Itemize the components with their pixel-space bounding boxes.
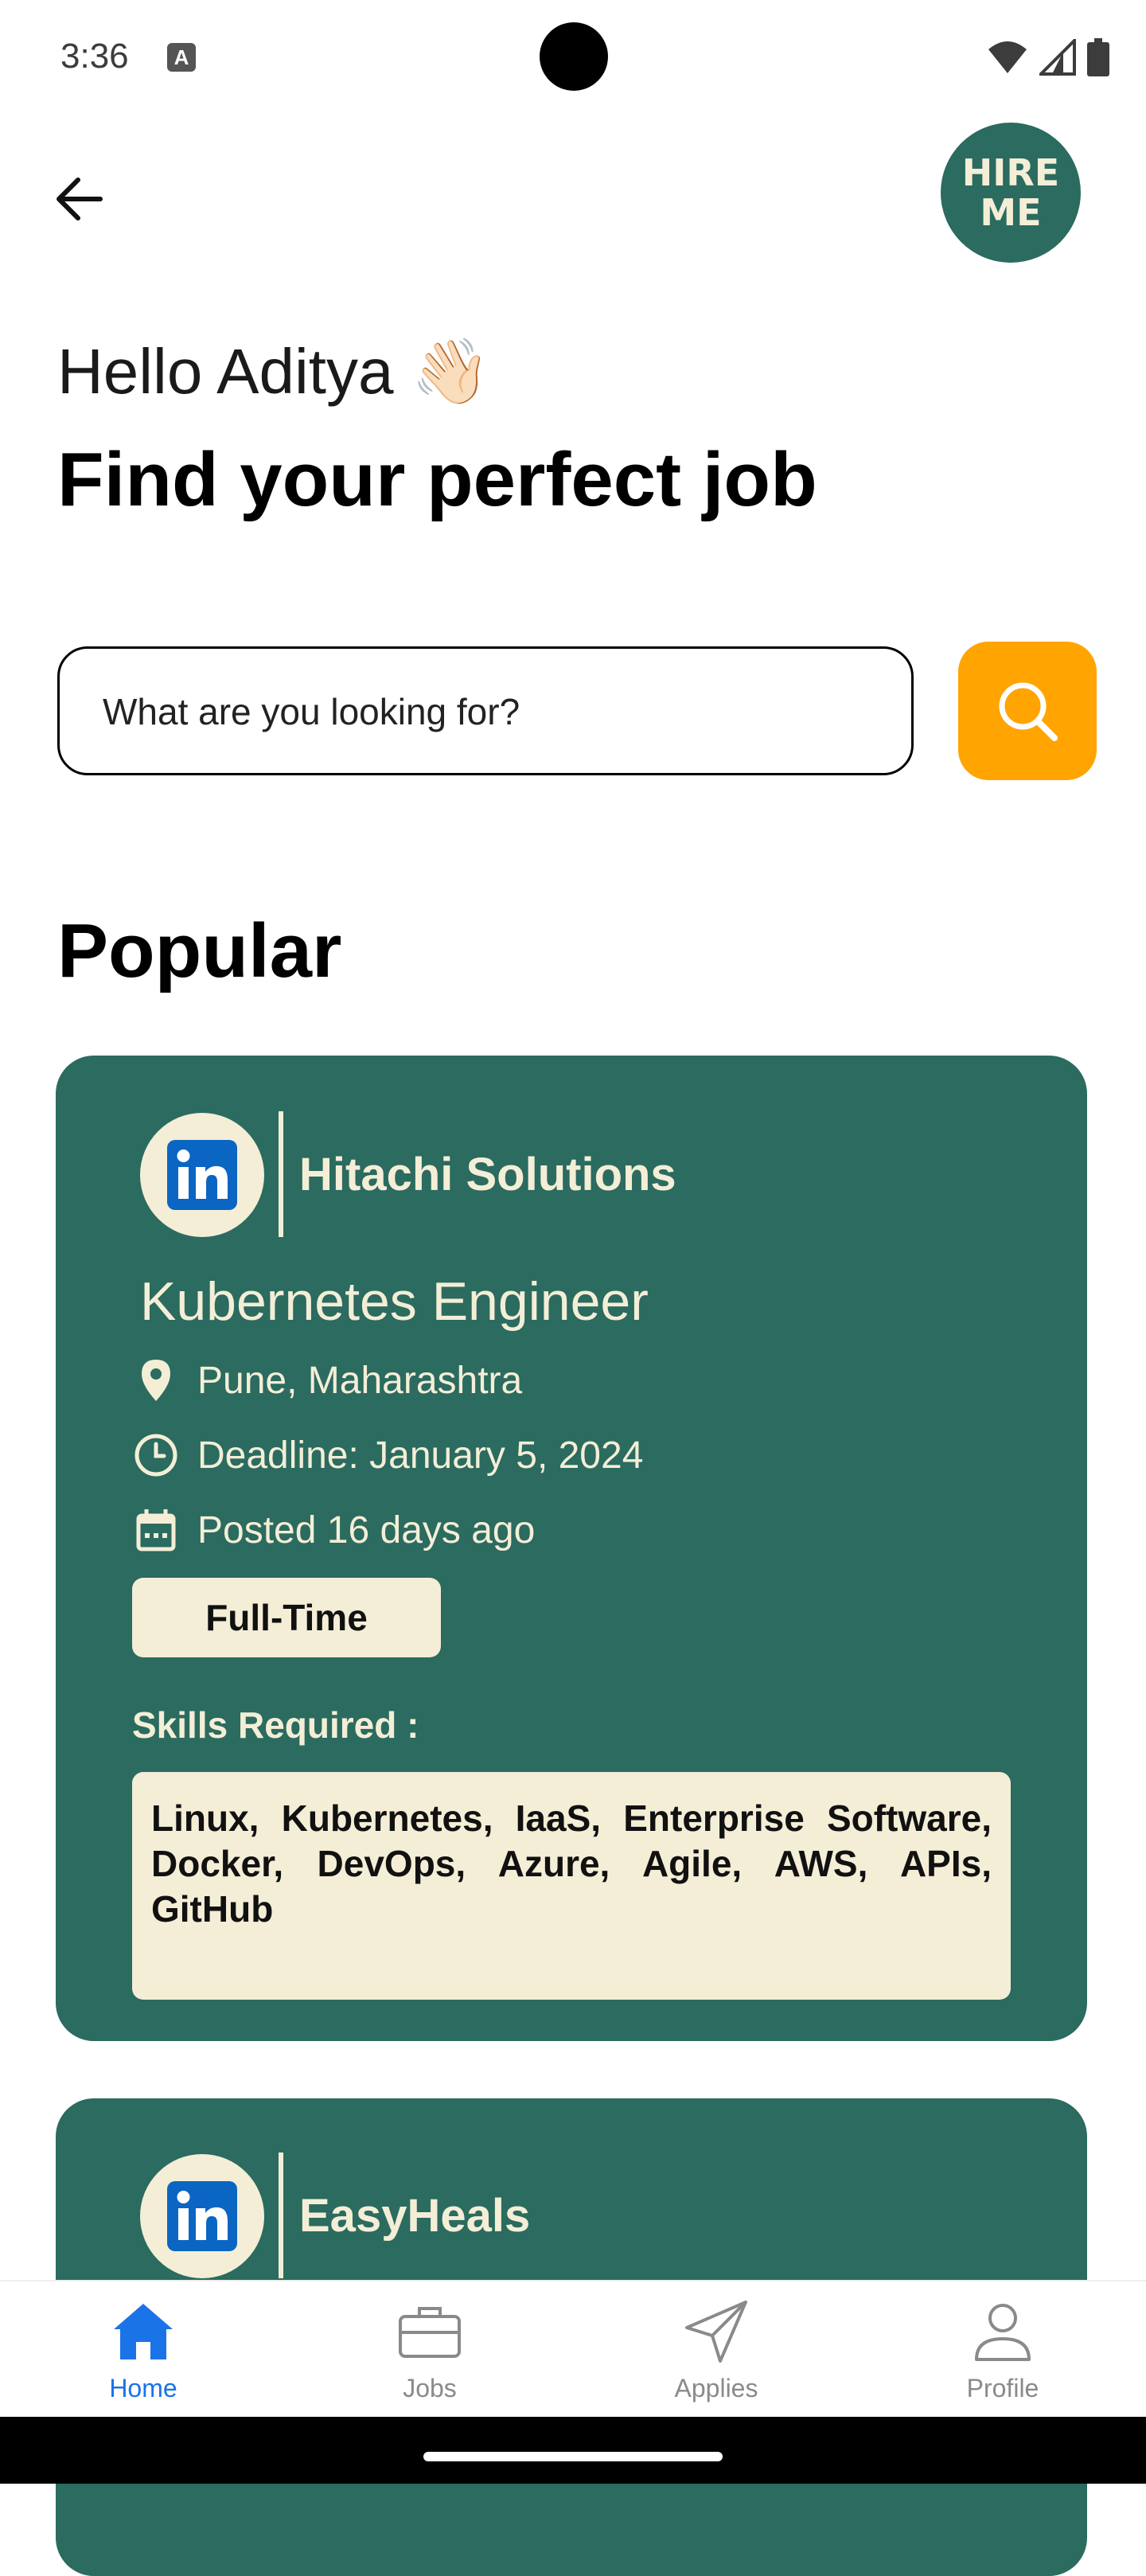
clock-icon xyxy=(134,1434,177,1477)
company-name: EasyHeals xyxy=(299,2190,531,2242)
briefcase-icon xyxy=(399,2307,461,2358)
logo-line2: ME xyxy=(980,191,1042,234)
camera-cutout xyxy=(540,22,608,91)
status-time: 3:36 xyxy=(60,37,129,76)
wifi-icon xyxy=(988,41,1027,73)
search-button[interactable] xyxy=(958,642,1097,780)
company-name: Hitachi Solutions xyxy=(299,1149,676,1200)
company-logo xyxy=(140,1113,264,1237)
nav-label: Home xyxy=(109,2374,177,2402)
bottom-navigation: Home Jobs Applies Profile xyxy=(0,2280,1146,2418)
job-location: Pune, Maharashtra xyxy=(132,1356,522,1404)
nav-label: Applies xyxy=(674,2374,758,2402)
deadline-text: Deadline: January 5, 2024 xyxy=(197,1434,644,1477)
calendar-icon xyxy=(136,1509,176,1551)
signal-icon xyxy=(1039,39,1076,76)
search-icon xyxy=(999,682,1058,741)
notification-icon: A xyxy=(167,43,196,72)
nav-home[interactable]: Home xyxy=(0,2281,286,2418)
skills-label: Skills Required : xyxy=(132,1704,419,1746)
section-title-popular: Popular xyxy=(57,908,342,993)
page-title: Find your perfect job xyxy=(57,437,817,522)
battery-icon xyxy=(1087,38,1109,76)
person-icon xyxy=(975,2304,1031,2361)
logo-line1: HIRE xyxy=(961,151,1060,194)
status-icons xyxy=(987,38,1109,76)
skills-list: Linux, Kubernetes, IaaS, Enterprise Soft… xyxy=(132,1772,1011,2000)
posted-text: Posted 16 days ago xyxy=(197,1509,536,1551)
job-deadline: Deadline: January 5, 2024 xyxy=(132,1431,643,1479)
job-type-badge: Full-Time xyxy=(132,1578,441,1657)
nav-label: Jobs xyxy=(403,2374,457,2402)
back-button[interactable] xyxy=(48,167,111,231)
send-icon xyxy=(685,2301,747,2363)
job-title: Kubernetes Engineer xyxy=(140,1271,649,1332)
status-bar: 3:36 A xyxy=(0,0,1146,111)
location-text: Pune, Maharashtra xyxy=(197,1359,523,1402)
hire-me-logo: HIRE ME xyxy=(941,123,1081,263)
location-pin-icon xyxy=(142,1360,170,1401)
nav-applies[interactable]: Applies xyxy=(573,2281,860,2418)
system-gesture-bar xyxy=(0,2417,1146,2484)
company-divider xyxy=(279,2153,283,2278)
linkedin-icon xyxy=(167,1140,237,1210)
linkedin-icon xyxy=(167,2181,237,2251)
job-card[interactable]: Hitachi Solutions Kubernetes Engineer Pu… xyxy=(56,1056,1087,2041)
greeting: Hello Aditya 👋🏻 xyxy=(57,336,491,407)
nav-label: Profile xyxy=(966,2374,1039,2402)
nav-jobs[interactable]: Jobs xyxy=(286,2281,573,2418)
nav-profile[interactable]: Profile xyxy=(860,2281,1146,2418)
company-divider xyxy=(279,1111,283,1237)
company-logo xyxy=(140,2154,264,2278)
job-posted: Posted 16 days ago xyxy=(132,1506,535,1554)
arrow-left-icon xyxy=(57,178,103,221)
home-icon xyxy=(114,2304,173,2359)
search-field[interactable] xyxy=(57,646,914,775)
home-gesture-handle[interactable] xyxy=(423,2452,723,2461)
search-input[interactable] xyxy=(101,649,868,775)
